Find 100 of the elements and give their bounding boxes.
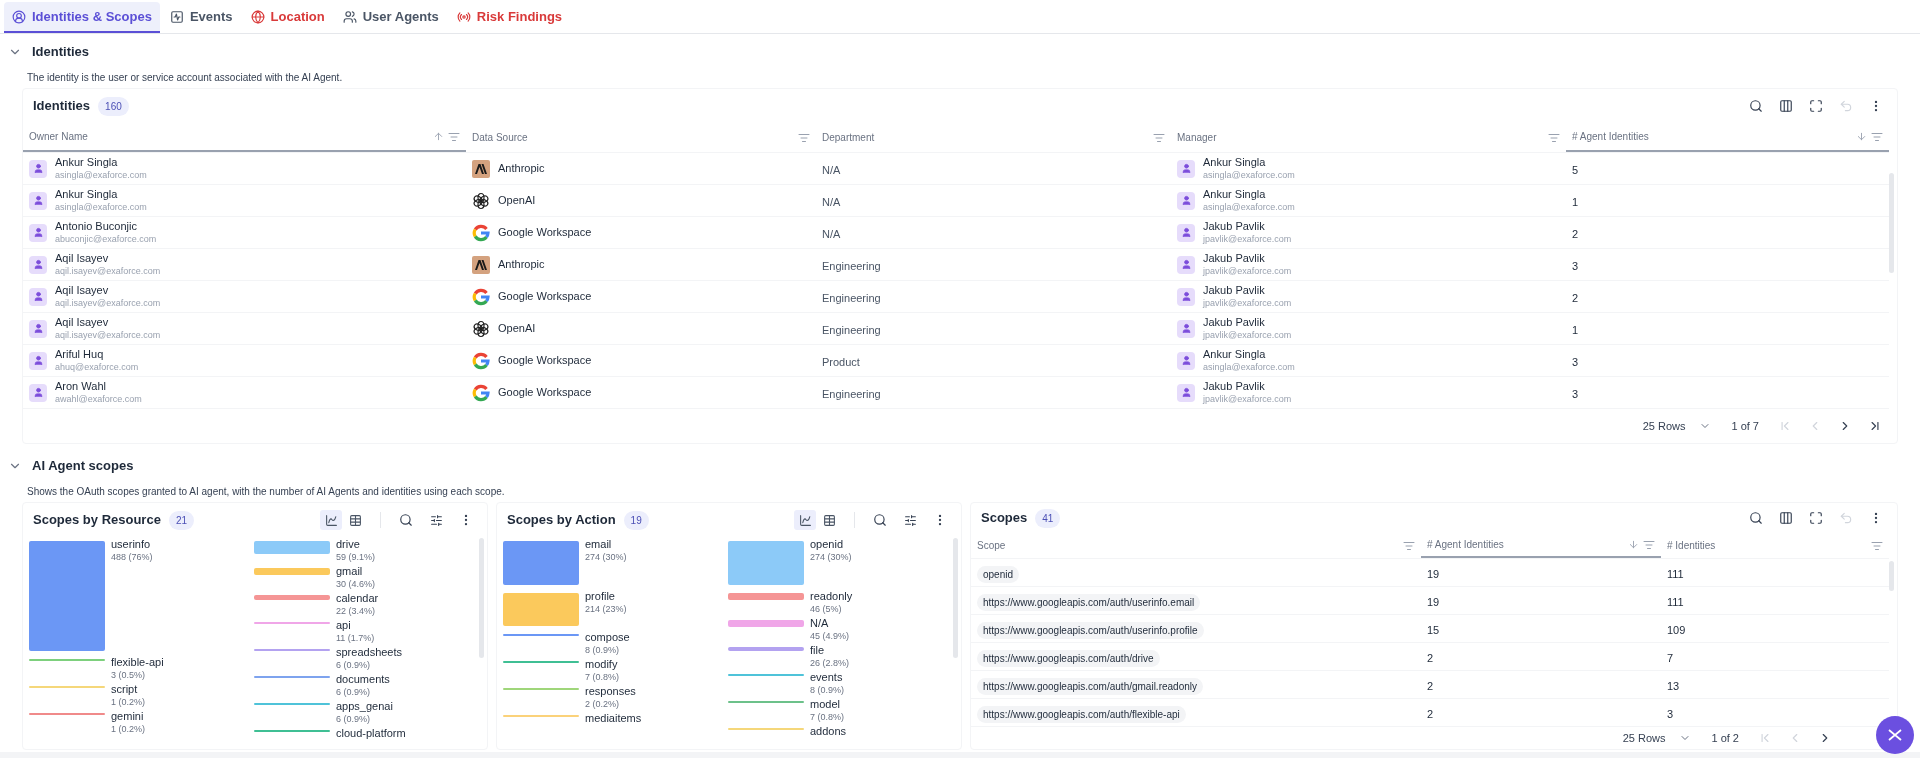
treemap-label: spreadsheets — [336, 646, 403, 660]
scrollbar[interactable] — [479, 538, 484, 658]
scope-chip: https://www.googleapis.com/auth/gmail.readonly — [977, 678, 1203, 695]
filter-icon[interactable] — [448, 130, 460, 143]
avatar-icon — [1177, 319, 1195, 338]
treemap-label: email — [585, 538, 613, 552]
agent-count: 2 — [1427, 680, 1434, 692]
department-text: Engineering — [822, 291, 881, 304]
avatar-icon — [1177, 383, 1195, 402]
treemap-label: gmail — [336, 565, 364, 579]
anthropic-logo — [472, 255, 490, 274]
avatar-icon — [1177, 223, 1195, 242]
department-text: Engineering — [822, 259, 881, 272]
treemap-value: 214 (23%) — [585, 603, 627, 615]
person-name: Jakub Pavlik — [1203, 284, 1266, 298]
treemap-value: 7 (0.8%) — [810, 711, 844, 723]
person-email: aqil.isayev@exaforce.com — [55, 265, 161, 277]
card-title: Identities — [33, 97, 91, 116]
section-description: The identity is the user or service account associated with the AI Agent. — [26, 70, 344, 85]
person-email: asingla@exaforce.com — [55, 169, 147, 181]
filter-icon[interactable] — [1871, 540, 1883, 552]
openai-logo — [472, 319, 490, 338]
filter-icon[interactable] — [1871, 130, 1883, 143]
person-name: Jakub Pavlik — [1203, 380, 1266, 394]
filter-icon[interactable] — [1643, 539, 1655, 551]
google-logo — [472, 351, 490, 370]
fullscreen-icon — [1809, 511, 1823, 526]
filter-icon[interactable] — [1403, 540, 1415, 552]
sort-down-icon[interactable] — [1856, 131, 1867, 142]
rows-per-page-select[interactable]: 25 Rows — [1642, 417, 1712, 435]
tab[interactable]: Location — [242, 2, 333, 33]
filter-icon[interactable] — [1153, 131, 1165, 144]
search-icon — [399, 513, 413, 527]
treemap-label: readonly — [810, 590, 853, 604]
agent-count: 5 — [1572, 163, 1579, 176]
tab[interactable]: Risk Findings — [448, 2, 571, 33]
person-name: Aqil Isayev — [55, 316, 110, 330]
column-header[interactable]: # Agent Identities — [1566, 123, 1889, 152]
treemap-label: profile — [585, 590, 616, 604]
person-email: jpavlik@exaforce.com — [1203, 297, 1292, 309]
google-logo — [472, 383, 490, 402]
treemap-value: 274 (30%) — [810, 551, 852, 563]
broadcast-icon — [456, 9, 471, 24]
column-header[interactable]: # Agent Identities — [1421, 533, 1661, 559]
agent-count: 2 — [1427, 652, 1434, 664]
treemap-value: 488 (76%) — [111, 551, 153, 563]
treemap-value: 30 (4.6%) — [336, 578, 376, 590]
avatar-icon — [29, 351, 47, 370]
column-header[interactable]: Manager — [1171, 123, 1566, 152]
treemap-label: flexible-api — [111, 656, 164, 670]
column-header[interactable]: Department — [816, 123, 1171, 152]
scope-chip: https://www.googleapis.com/auth/userinfo.email — [977, 594, 1201, 611]
scrollbar[interactable] — [953, 538, 958, 658]
treemap-value: 3 (0.5%) — [111, 669, 146, 681]
scrollbar[interactable] — [1889, 173, 1894, 273]
treemap-value: 46 (5%) — [810, 603, 843, 615]
treemap-value: 11 (1.7%) — [336, 632, 375, 644]
person-name: Ankur Singla — [55, 156, 119, 170]
undo-icon — [1839, 511, 1853, 526]
person-email: awahl@exaforce.com — [55, 393, 142, 405]
department-text: N/A — [822, 227, 841, 240]
globe-icon — [250, 9, 265, 24]
section-title: AI Agent scopes — [32, 457, 134, 476]
search-icon — [1749, 511, 1763, 526]
filter-icon[interactable] — [1548, 131, 1560, 144]
tab[interactable]: Identities & Scopes — [4, 2, 160, 33]
sort-up-icon[interactable] — [433, 131, 444, 142]
column-header[interactable]: Owner Name — [23, 123, 466, 152]
scrollbar[interactable] — [1889, 561, 1894, 592]
filter-icon[interactable] — [798, 131, 810, 144]
person-name: Ankur Singla — [1203, 188, 1267, 202]
treemap-label: api — [336, 619, 352, 633]
person-email: asingla@exaforce.com — [1203, 201, 1295, 213]
identity-count: 109 — [1667, 624, 1686, 636]
treemap-label: apps_genai — [336, 700, 393, 714]
agent-count: 3 — [1572, 259, 1579, 272]
column-header[interactable]: # Identities — [1661, 533, 1889, 559]
count-badge: 41 — [1035, 508, 1061, 528]
agent-count: 2 — [1572, 291, 1579, 304]
avatar-icon — [1177, 191, 1195, 210]
treemap-value: 274 (30%) — [585, 551, 627, 563]
sort-down-icon[interactable] — [1628, 539, 1639, 551]
tab[interactable]: User Agents — [334, 2, 447, 33]
identity-count: 111 — [1667, 596, 1684, 608]
agent-count: 15 — [1427, 624, 1440, 636]
person-email: jpavlik@exaforce.com — [1203, 393, 1292, 405]
tab[interactable]: Events — [161, 2, 241, 33]
identity-count: 111 — [1667, 568, 1684, 580]
chart-view-toggle[interactable] — [794, 510, 816, 530]
chart-view-toggle[interactable] — [320, 510, 342, 530]
column-header[interactable]: Data Source — [466, 123, 816, 152]
person-email: asingla@exaforce.com — [1203, 361, 1295, 373]
rows-per-page-select[interactable]: 25 Rows — [1622, 730, 1692, 747]
person-name: Ankur Singla — [55, 188, 119, 202]
column-header[interactable]: Scope — [971, 533, 1421, 559]
person-email: abuconjic@exaforce.com — [55, 233, 157, 245]
data-source-name: Google Workspace — [498, 289, 592, 305]
chart-icon — [324, 513, 338, 527]
treemap-label: addons — [810, 725, 847, 739]
treemap-label: file — [810, 644, 826, 658]
